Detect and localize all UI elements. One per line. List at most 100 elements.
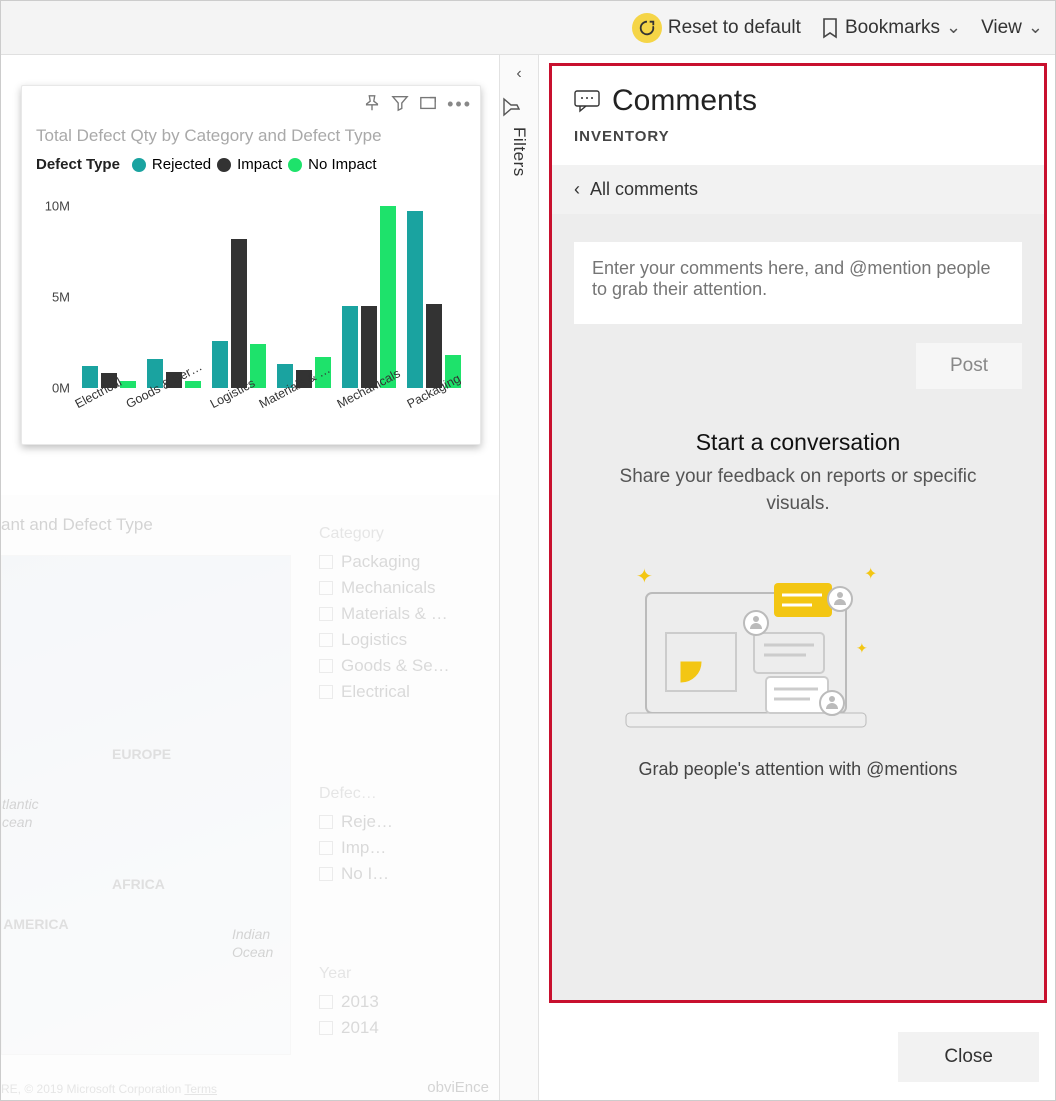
reset-label: Reset to default (668, 17, 801, 39)
terms-link[interactable]: Terms (184, 1082, 217, 1096)
slicer-item[interactable]: Packaging (319, 549, 489, 575)
focus-mode-icon[interactable] (419, 94, 437, 115)
empty-state-title: Start a conversation (596, 429, 1000, 456)
legend-item: Impact (237, 156, 282, 173)
checkbox-icon (319, 633, 333, 647)
slicer-item[interactable]: No I… (319, 861, 489, 887)
conversation-illustration: ✦ ✦ ✦ (596, 543, 1000, 743)
checkbox-icon (319, 815, 333, 829)
slicer-item[interactable]: Reje… (319, 809, 489, 835)
slicer-item[interactable]: Goods & Se… (319, 653, 489, 679)
map-label-africa: AFRICA (112, 876, 165, 892)
legend-swatch (132, 158, 146, 172)
legend-item: Rejected (152, 156, 211, 173)
map-label-ocean2: Ocean (232, 944, 273, 960)
chart-visual[interactable]: ••• Total Defect Qty by Category and Def… (21, 85, 481, 445)
legend-swatch (288, 158, 302, 172)
bookmarks-button[interactable]: Bookmarks ⌄ (821, 17, 961, 39)
slicer-item[interactable]: 2014 (319, 1015, 489, 1041)
brand-label: obviEnce (427, 1079, 489, 1096)
slicer-category[interactable]: Category PackagingMechanicalsMaterials &… (319, 525, 489, 705)
pin-icon[interactable] (363, 94, 381, 115)
empty-state-footer: Grab people's attention with @mentions (596, 759, 1000, 780)
top-toolbar: Reset to default Bookmarks ⌄ View ⌄ (1, 1, 1055, 55)
all-comments-label: All comments (590, 179, 698, 200)
bar[interactable] (407, 211, 423, 388)
reset-to-default-button[interactable]: Reset to default (632, 13, 801, 43)
legend-label: Defect Type (36, 156, 120, 173)
slicer-item-label: 2014 (341, 1018, 379, 1038)
legend-item: No Impact (308, 156, 376, 173)
visual-action-toolbar: ••• (363, 94, 472, 115)
checkbox-icon (319, 1021, 333, 1035)
all-comments-back-button[interactable]: ‹ All comments (552, 165, 1044, 214)
filters-pane-collapsed[interactable]: ‹ Filters (499, 55, 539, 1100)
y-axis: 10M 5M 0M (36, 206, 74, 388)
bar-group (206, 206, 271, 388)
bar-groups (76, 206, 466, 388)
map-label-atlantic: tlantic (2, 796, 39, 812)
map-visual: EUROPE AFRICA I AMERICA tlantic cean Ind… (1, 555, 291, 1055)
filter-pane-icon (500, 97, 538, 117)
comment-icon (574, 89, 600, 113)
slicer-item-label: 2013 (341, 992, 379, 1012)
y-tick: 5M (52, 290, 70, 305)
slicer-item-label: Mechanicals (341, 578, 436, 598)
view-button[interactable]: View ⌄ (981, 17, 1043, 39)
map-copyright: RE, © 2019 Microsoft Corporation Terms (1, 1082, 217, 1096)
more-options-icon[interactable]: ••• (447, 94, 472, 115)
checkbox-icon (319, 581, 333, 595)
close-button[interactable]: Close (898, 1032, 1039, 1082)
comments-pane: Comments INVENTORY ‹ All comments Post S… (549, 63, 1047, 1003)
checkbox-icon (319, 841, 333, 855)
slicer-header: Defec… (319, 785, 489, 803)
comments-title: Comments (612, 84, 757, 118)
map-label-america: I AMERICA (1, 916, 69, 932)
y-tick: 10M (45, 199, 70, 214)
chevron-left-icon: ‹ (574, 179, 580, 200)
svg-text:✦: ✦ (636, 566, 653, 588)
checkbox-icon (319, 659, 333, 673)
svg-text:✦: ✦ (864, 566, 877, 583)
filter-icon[interactable] (391, 94, 409, 115)
slicer-item-label: Goods & Se… (341, 656, 450, 676)
comment-input[interactable] (574, 242, 1022, 324)
slicer-header: Year (319, 965, 489, 983)
checkbox-icon (319, 995, 333, 1009)
checkbox-icon (319, 555, 333, 569)
slicer-item-label: Reje… (341, 812, 393, 832)
map-label-ocean1: cean (2, 814, 32, 830)
chart-plot-area: 10M 5M 0M (36, 206, 466, 388)
slicer-item-label: Packaging (341, 552, 420, 572)
empty-state: Start a conversation Share your feedback… (574, 389, 1022, 790)
comments-subtitle: INVENTORY (574, 128, 1022, 145)
chevron-down-icon: ⌄ (946, 17, 961, 38)
slicer-item-label: No I… (341, 864, 389, 884)
slicer-year[interactable]: Year 2013 2014 (319, 965, 489, 1041)
empty-state-text: Share your feedback on reports or specif… (596, 464, 1000, 517)
bar[interactable] (342, 306, 358, 388)
slicer-item[interactable]: Electrical (319, 679, 489, 705)
y-tick: 0M (52, 381, 70, 396)
slicer-item[interactable]: 2013 (319, 989, 489, 1015)
slicer-item-label: Electrical (341, 682, 410, 702)
collapse-icon[interactable]: ‹ (500, 65, 538, 83)
post-button[interactable]: Post (916, 343, 1022, 389)
checkbox-icon (319, 685, 333, 699)
bookmark-icon (821, 17, 839, 39)
checkbox-icon (319, 607, 333, 621)
slicer-defect[interactable]: Defec… Reje… Imp… No I… (319, 785, 489, 887)
bookmarks-label: Bookmarks (845, 17, 940, 39)
filters-label: Filters (509, 127, 529, 177)
slicer-item[interactable]: Imp… (319, 835, 489, 861)
bar-group (271, 206, 336, 388)
slicer-item-label: Materials & … (341, 604, 448, 624)
report-canvas: ••• Total Defect Qty by Category and Def… (1, 55, 499, 1100)
map-label-europe: EUROPE (112, 746, 171, 762)
slicer-item[interactable]: Logistics (319, 627, 489, 653)
slicer-item[interactable]: Mechanicals (319, 575, 489, 601)
slicer-item[interactable]: Materials & … (319, 601, 489, 627)
map-label-indian: Indian (232, 926, 270, 942)
x-axis-labels: ElectricalGoods & Ser…LogisticsMaterials… (76, 388, 466, 432)
bar[interactable] (231, 239, 247, 388)
